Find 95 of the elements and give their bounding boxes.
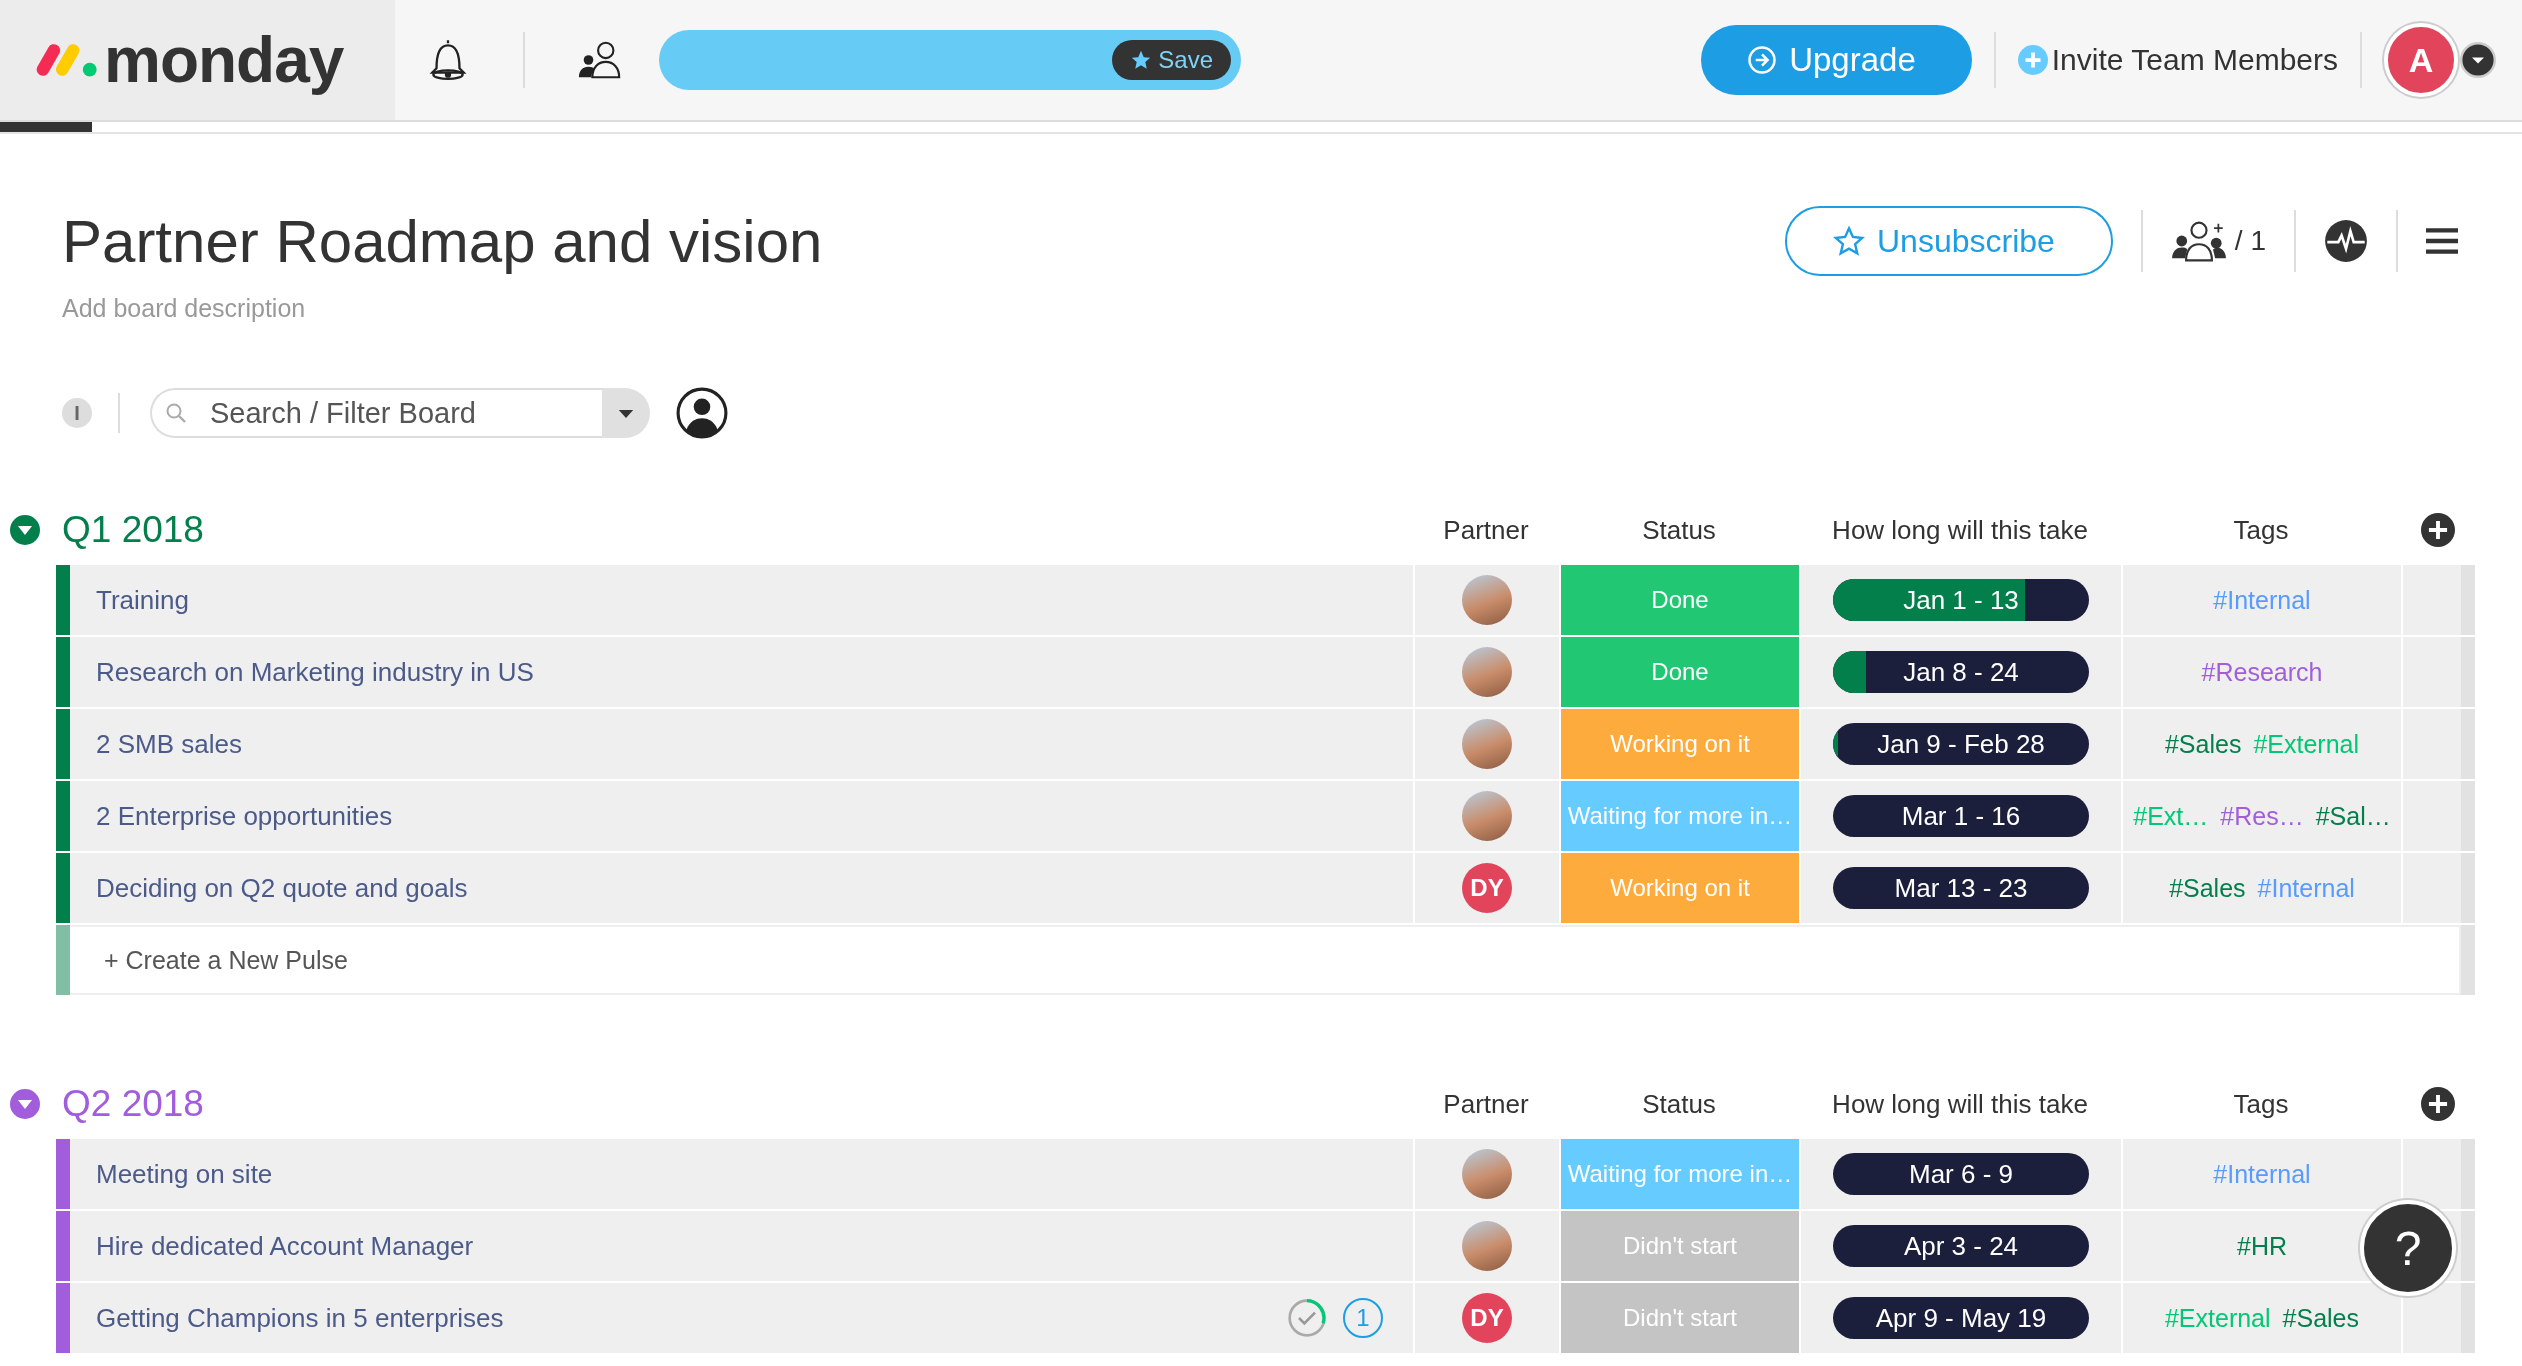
- scrollbar-track: [2461, 781, 2475, 851]
- column-header[interactable]: Status: [1559, 1088, 1799, 1120]
- group-color-bar: [56, 1283, 70, 1353]
- search-icon: [164, 401, 188, 425]
- group-color-bar: [56, 925, 70, 995]
- scrollbar-track: [2461, 709, 2475, 779]
- scrollbar-track: [2461, 637, 2475, 707]
- photo-placeholder: [1462, 719, 1512, 769]
- column-header[interactable]: How long will this take: [1799, 1088, 2121, 1120]
- scrollbar-track: [2461, 1211, 2475, 1281]
- tag[interactable]: #Sal…: [2315, 801, 2391, 831]
- column-header[interactable]: Partner: [1413, 514, 1559, 546]
- tag[interactable]: #Sales: [2164, 729, 2242, 759]
- photo-placeholder: [1462, 1149, 1512, 1199]
- column-header[interactable]: Tags: [2121, 1088, 2401, 1120]
- members-icon[interactable]: [2170, 219, 2227, 263]
- group-color-bar: [56, 1211, 70, 1281]
- activity-icon[interactable]: [2324, 219, 2368, 263]
- members-count: / 1: [2234, 225, 2266, 257]
- tag[interactable]: #HR: [2237, 1231, 2287, 1261]
- timeline-pill[interactable]: Jan 1 - 13: [1833, 579, 2089, 621]
- tag[interactable]: #Res…: [2220, 801, 2304, 831]
- timeline-pill[interactable]: Jan 9 - Feb 28: [1833, 723, 2089, 765]
- item-name[interactable]: Deciding on Q2 quote and goals: [96, 872, 468, 904]
- timeline-pill[interactable]: Mar 13 - 23: [1833, 867, 2089, 909]
- photo-placeholder: [1462, 575, 1512, 625]
- collapse-toggle-icon[interactable]: [10, 1089, 40, 1119]
- board-title[interactable]: Partner Roadmap and vision: [62, 206, 823, 276]
- add-column-icon[interactable]: [2421, 513, 2455, 547]
- star-icon: [1833, 225, 1865, 257]
- create-new-pulse-field[interactable]: + Create a New Pulse: [70, 925, 2461, 995]
- empty-cell: [2403, 853, 2461, 923]
- scrollbar-track: [2461, 1283, 2475, 1353]
- empty-cell: [2403, 709, 2461, 779]
- person-filter-icon[interactable]: [676, 387, 728, 439]
- empty-cell: [2403, 1283, 2461, 1353]
- photo-placeholder: [1462, 647, 1512, 697]
- info-badge[interactable]: I: [62, 398, 92, 428]
- group-title[interactable]: Q2 2018: [56, 1083, 1413, 1125]
- filter-dropdown-button[interactable]: [602, 388, 650, 438]
- plus-circle-icon: [2017, 45, 2048, 75]
- updates-count[interactable]: 1: [1343, 1298, 1383, 1338]
- scrollbar-track: [2461, 853, 2475, 923]
- timeline-pill[interactable]: Apr 9 - May 19: [1833, 1297, 2089, 1339]
- group-title[interactable]: Q1 2018: [56, 509, 1413, 551]
- unsubscribe-button[interactable]: Unsubscribe: [1785, 206, 2113, 276]
- column-header[interactable]: Status: [1559, 514, 1799, 546]
- logo-mark-icon: [36, 41, 98, 79]
- add-column-icon[interactable]: [2421, 1087, 2455, 1121]
- arrow-circle-icon: [1747, 45, 1778, 75]
- item-name[interactable]: Research on Marketing industry in US: [96, 656, 534, 688]
- item-name[interactable]: 2 Enterprise opportunities: [96, 800, 393, 832]
- item-name[interactable]: Training: [96, 584, 189, 616]
- progress-check-icon[interactable]: [1287, 1298, 1327, 1338]
- scrollbar-track: [2461, 1139, 2475, 1209]
- column-header[interactable]: How long will this take: [1799, 514, 2121, 546]
- scrollbar-track: [2461, 565, 2475, 635]
- item-name[interactable]: Hire dedicated Account Manager: [96, 1230, 474, 1262]
- photo-placeholder: [1462, 791, 1512, 841]
- board-description[interactable]: Add board description: [62, 294, 2460, 323]
- upgrade-button[interactable]: Upgrade: [1701, 25, 1972, 95]
- item-name[interactable]: Meeting on site: [96, 1158, 273, 1190]
- group-color-bar: [56, 1139, 70, 1209]
- caret-icon[interactable]: [2460, 42, 2496, 78]
- scrollbar-track: [2461, 925, 2475, 995]
- user-avatar[interactable]: A: [2384, 23, 2458, 97]
- timeline-pill[interactable]: Jan 8 - 24: [1833, 651, 2089, 693]
- item-name[interactable]: Getting Champions in 5 enterprises: [96, 1302, 504, 1334]
- empty-cell: [2403, 781, 2461, 851]
- item-name[interactable]: 2 SMB sales: [96, 728, 242, 760]
- tag[interactable]: #Research: [2201, 657, 2323, 687]
- timeline-pill[interactable]: Mar 6 - 9: [1833, 1153, 2089, 1195]
- timeline-pill[interactable]: Apr 3 - 24: [1833, 1225, 2089, 1267]
- group-color-bar: [56, 853, 70, 923]
- group-color-bar: [56, 781, 70, 851]
- menu-icon[interactable]: [2426, 227, 2458, 255]
- tag[interactable]: #Sales: [2169, 873, 2246, 903]
- column-header[interactable]: Partner: [1413, 1088, 1559, 1120]
- empty-cell: [2403, 565, 2461, 635]
- empty-cell: [2403, 1139, 2461, 1209]
- partner-avatar: DY: [1462, 1293, 1512, 1343]
- partner-avatar: DY: [1462, 863, 1512, 913]
- search-field[interactable]: Search / Filter Board: [150, 388, 602, 438]
- group-color-bar: [56, 637, 70, 707]
- save-button[interactable]: Save: [1112, 40, 1231, 80]
- group-color-bar: [56, 565, 70, 635]
- timeline-pill[interactable]: Mar 1 - 16: [1833, 795, 2089, 837]
- group-color-bar: [56, 709, 70, 779]
- collapse-toggle-icon[interactable]: [10, 515, 40, 545]
- invite-team-members-link[interactable]: Invite Team Members: [2017, 43, 2338, 77]
- column-header[interactable]: Tags: [2121, 514, 2401, 546]
- tag[interactable]: #Sales: [2282, 1303, 2360, 1333]
- photo-placeholder: [1462, 1221, 1512, 1271]
- caret-icon: [617, 407, 635, 419]
- empty-cell: [2403, 637, 2461, 707]
